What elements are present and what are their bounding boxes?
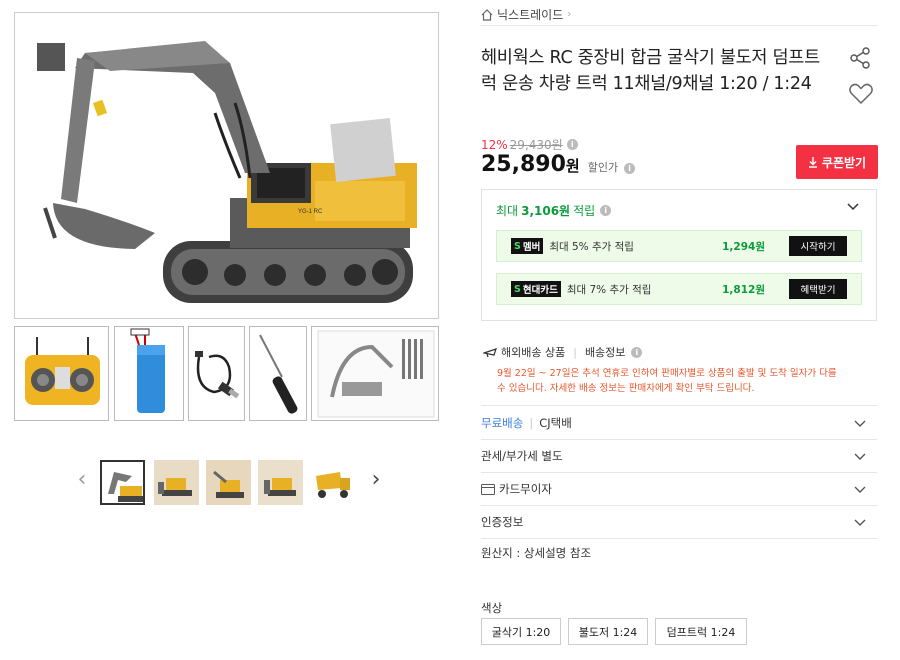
overseas-shipping-section: 해외배송 상품 | 배송정보 i 9월 22일 ~ 27일은 추석 연휴로 인하… bbox=[481, 344, 877, 406]
manual-icon bbox=[317, 330, 435, 418]
overseas-header: 해외배송 상품 | 배송정보 i bbox=[483, 344, 643, 360]
benefit-badge-mark: S bbox=[514, 240, 521, 252]
option-dump-truck-button[interactable]: 덤프트럭 1:24 bbox=[655, 618, 747, 645]
benefit-badge-label: 멤버 bbox=[522, 242, 541, 253]
carousel-thumb-bulldozer[interactable] bbox=[154, 460, 199, 505]
accordion-shipping[interactable]: 무료배송 | CJ택배 bbox=[481, 407, 877, 440]
model-text: YG-1 RC bbox=[298, 209, 323, 215]
points-suffix: 적립 bbox=[573, 204, 596, 218]
discount-info: 12% 29,430원 i bbox=[481, 136, 578, 153]
points-prefix: 최대 bbox=[496, 204, 519, 218]
carousel-prev-icon[interactable]: ‹ bbox=[74, 468, 90, 492]
usb-cable-icon bbox=[195, 351, 240, 399]
battery-icon bbox=[130, 328, 165, 413]
benefit-badge: S 멤버 bbox=[511, 238, 544, 254]
thumbnail-strip bbox=[14, 326, 440, 421]
benefit-text: 최대 5% 추가 적립 bbox=[549, 240, 634, 253]
original-price: 29,430원 bbox=[509, 138, 563, 152]
points-summary: 최대 3,106원 적립 i bbox=[496, 202, 612, 219]
price-unit: 원 bbox=[565, 157, 580, 175]
courier-label: CJ택배 bbox=[539, 416, 572, 430]
chevron-down-icon[interactable] bbox=[846, 200, 860, 214]
certification-label: 인증정보 bbox=[481, 515, 524, 529]
chevron-down-icon bbox=[854, 486, 866, 493]
carousel-thumb-dump-truck[interactable] bbox=[310, 460, 355, 505]
excavator-thumb-2-icon bbox=[206, 460, 251, 505]
overseas-label: 해외배송 상품 bbox=[501, 346, 566, 359]
option-label: 색상 bbox=[481, 601, 503, 615]
sale-price: 25,890 원 할인가 i bbox=[481, 152, 636, 177]
download-icon bbox=[808, 156, 817, 168]
thumb-screwdriver[interactable] bbox=[249, 326, 307, 421]
divider: | bbox=[573, 345, 577, 359]
bulldozer-thumb-icon bbox=[154, 460, 199, 505]
card-label: 카드무이자 bbox=[499, 482, 552, 496]
divider: | bbox=[529, 416, 534, 430]
accordion-certification[interactable]: 인증정보 bbox=[481, 506, 877, 539]
chevron-down-icon bbox=[854, 453, 866, 460]
excavator-illustration: YG-1 RC YIGONG bbox=[37, 41, 417, 303]
price-label: 할인가 bbox=[587, 161, 619, 174]
thumb-battery[interactable] bbox=[114, 326, 184, 421]
heart-icon[interactable] bbox=[848, 82, 874, 106]
carousel-thumb-excavator[interactable] bbox=[100, 460, 145, 505]
benefit-get-button[interactable]: 혜택받기 bbox=[789, 279, 847, 299]
carousel-thumb-bulldozer-2[interactable] bbox=[258, 460, 303, 505]
carousel-thumb-excavator-2[interactable] bbox=[206, 460, 251, 505]
dump-truck-thumb-icon bbox=[310, 460, 355, 505]
benefit-start-button[interactable]: 시작하기 bbox=[789, 236, 847, 256]
thumb-usb-cable[interactable] bbox=[188, 326, 245, 421]
screwdriver-icon bbox=[259, 334, 298, 414]
benefit-amount: 1,294원 bbox=[722, 240, 765, 253]
tax-label: 관세/부가세 별도 bbox=[481, 449, 563, 463]
chevron-down-icon bbox=[854, 519, 866, 526]
chevron-down-icon bbox=[854, 420, 866, 427]
price-value: 25,890 bbox=[481, 152, 566, 177]
benefit-badge-label: 현대카드 bbox=[522, 285, 558, 296]
info-icon[interactable]: i bbox=[631, 346, 643, 358]
remote-controller-icon bbox=[25, 337, 100, 405]
benefit-badge-mark: S bbox=[514, 283, 521, 295]
info-icon[interactable]: i bbox=[566, 139, 578, 150]
points-max: 3,106원 bbox=[521, 204, 571, 218]
option-excavator-button[interactable]: 굴삭기 1:20 bbox=[481, 618, 561, 645]
origin-info: 원산지 : 상세설명 참조 bbox=[481, 546, 592, 560]
holiday-notice: 9월 22일 ~ 27일은 추석 연휴로 인하여 판매자별로 상품의 출발 및 … bbox=[497, 368, 837, 394]
thumbnail-carousel: ‹ › bbox=[74, 456, 390, 510]
info-icon[interactable]: i bbox=[624, 163, 636, 174]
points-panel: 최대 3,106원 적립 i S 멤버 최대 5% 추가 적립 1,294원 시작… bbox=[481, 189, 877, 321]
benefit-amount: 1,812원 bbox=[722, 283, 765, 296]
accordion-card[interactable]: 카드무이자 bbox=[481, 473, 877, 506]
thumb-manual[interactable] bbox=[311, 326, 439, 421]
brand-text: YIGONG bbox=[156, 95, 206, 125]
benefit-row-member: S 멤버 최대 5% 추가 적립 1,294원 시작하기 bbox=[496, 230, 862, 262]
home-icon bbox=[481, 8, 493, 21]
excavator-thumb-icon bbox=[102, 462, 143, 503]
main-product-image[interactable]: YG-1 RC YIGONG bbox=[14, 12, 439, 319]
benefit-text: 최대 7% 추가 적립 bbox=[566, 283, 652, 296]
benefit-row-card: S 현대카드 최대 7% 추가 적립 1,812원 혜택받기 bbox=[496, 273, 862, 305]
discount-rate: 12% bbox=[481, 137, 508, 152]
accordion-tax[interactable]: 관세/부가세 별도 bbox=[481, 440, 877, 473]
thumb-remote-controller[interactable] bbox=[14, 326, 109, 421]
shipping-info-link[interactable]: 배송정보 bbox=[585, 344, 625, 360]
plane-icon bbox=[483, 348, 497, 358]
info-icon[interactable]: i bbox=[600, 205, 612, 216]
carousel-next-icon[interactable]: › bbox=[368, 468, 384, 492]
bulldozer-thumb-2-icon bbox=[258, 460, 303, 505]
benefit-badge: S 현대카드 bbox=[511, 281, 561, 297]
coupon-button-label: 쿠폰받기 bbox=[821, 155, 867, 170]
product-title: 헤비웍스 RC 중장비 합금 굴삭기 불도저 덤프트럭 운송 차량 트럭 11채… bbox=[481, 48, 820, 94]
chevron-right-icon: › bbox=[567, 9, 572, 20]
seller-name: 닉스트레이드 bbox=[497, 8, 564, 22]
seller-link[interactable]: 닉스트레이드 › bbox=[481, 4, 877, 26]
coupon-button[interactable]: 쿠폰받기 bbox=[796, 145, 878, 179]
share-icon[interactable] bbox=[848, 46, 872, 70]
free-shipping-label: 무료배송 bbox=[481, 416, 524, 430]
credit-card-icon bbox=[481, 483, 495, 495]
option-bulldozer-button[interactable]: 불도저 1:24 bbox=[568, 618, 648, 645]
